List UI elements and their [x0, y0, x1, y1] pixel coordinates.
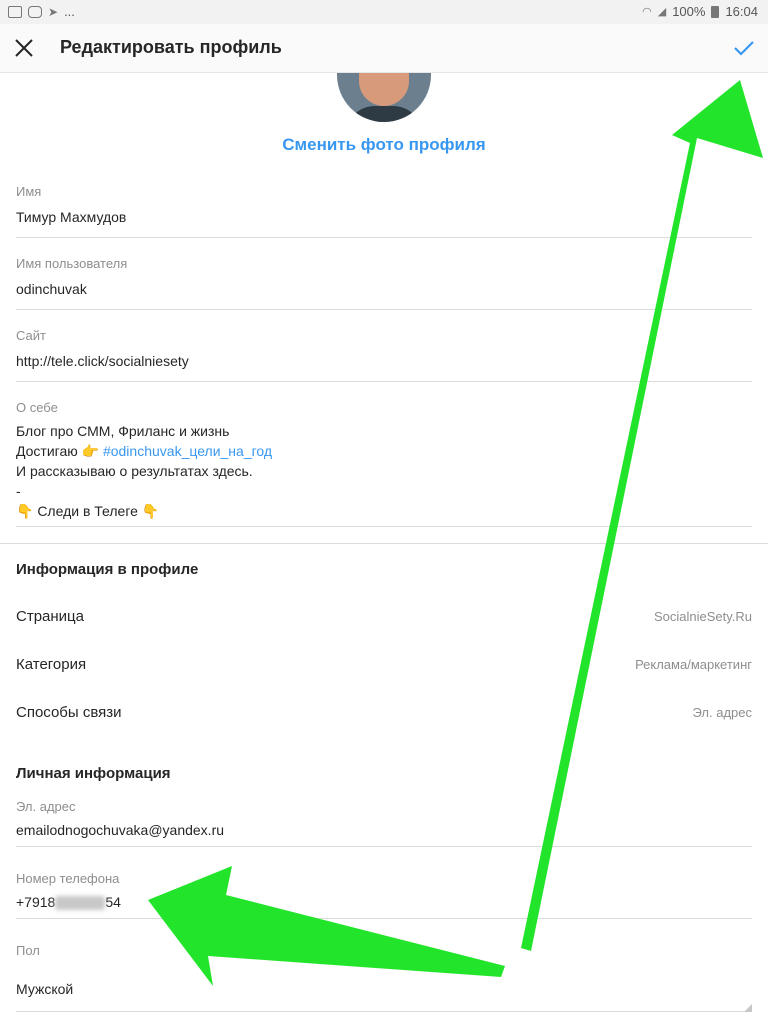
page-title: Редактировать профиль [60, 37, 282, 57]
bio-line-2-prefix: Достигаю 👉 [16, 443, 103, 459]
section-divider [0, 543, 768, 544]
phone-value[interactable]: +7918 54 [16, 894, 752, 911]
bio-line-4: - [16, 483, 21, 499]
avatar-shirt [345, 106, 423, 122]
change-photo-link[interactable]: Сменить фото профиля [0, 135, 768, 155]
category-row[interactable]: Категория Реклама/маркетинг [16, 650, 752, 680]
profile-info-title: Информация в профиле [16, 561, 199, 578]
website-value[interactable]: http://tele.click/socialniesety [16, 353, 752, 369]
website-field[interactable]: Сайт http://tele.click/socialniesety [16, 328, 752, 382]
bio-line-5: 👇 Следи в Телеге 👇 [16, 503, 160, 519]
signal-icon: ◢ [657, 6, 667, 18]
page-row-value: SocialnieSety.Ru [653, 609, 752, 624]
bio-line-2: Достигаю 👉 #odinchuvak_цели_на_год [16, 441, 752, 461]
checkmark-icon[interactable] [732, 36, 756, 60]
wifi-icon: ◠ [642, 6, 652, 18]
name-label: Имя [16, 184, 42, 199]
category-row-value: Реклама/маркетинг [635, 657, 752, 672]
contact-options-label: Способы связи [16, 704, 122, 721]
clock: 16:04 [725, 4, 758, 19]
status-bar: ➤ ... ◠ ◢ 100% 16:04 [0, 0, 768, 24]
contact-options-row[interactable]: Способы связи Эл. адрес [16, 698, 752, 728]
bio-text[interactable]: Блог про СММ, Фриланс и жизнь Достигаю 👉… [16, 421, 752, 521]
bio-hashtag[interactable]: #odinchuvak_цели_на_год [103, 443, 272, 459]
bio-field[interactable]: О себе Блог про СММ, Фриланс и жизнь Дос… [16, 400, 752, 527]
email-label: Эл. адрес [16, 799, 76, 814]
email-field[interactable]: Эл. адрес emailodnogochuvaka@yandex.ru [16, 799, 752, 847]
more-notifications: ... [64, 4, 75, 19]
gallery-icon [8, 5, 22, 18]
phone-label: Номер телефона [16, 871, 120, 886]
gender-value[interactable]: Мужской [16, 981, 752, 997]
phone-suffix: 54 [105, 894, 121, 910]
battery-level: 100% [672, 4, 706, 19]
name-value[interactable]: Тимур Махмудов [16, 209, 752, 225]
gender-label: Пол [16, 943, 40, 958]
instagram-icon [28, 5, 42, 18]
category-row-label: Категория [16, 656, 87, 673]
status-right: ◠ ◢ 100% 16:04 [642, 4, 758, 19]
personal-info-title: Личная информация [16, 765, 171, 782]
gender-field[interactable]: Пол Мужской [16, 943, 752, 1012]
website-label: Сайт [16, 328, 46, 343]
battery-icon [711, 5, 720, 18]
page-row-label: Страница [16, 608, 84, 625]
phone-blurred-digits [55, 896, 106, 911]
top-app-bar: Редактировать профиль [0, 24, 768, 73]
username-value[interactable]: odinchuvak [16, 281, 752, 297]
status-left-icons: ➤ ... [8, 4, 75, 19]
username-field[interactable]: Имя пользователя odinchuvak [16, 256, 752, 310]
bio-line-3: И рассказываю о результатах здесь. [16, 463, 253, 479]
email-value[interactable]: emailodnogochuvaka@yandex.ru [16, 822, 752, 838]
username-label: Имя пользователя [16, 256, 128, 271]
name-field[interactable]: Имя Тимур Махмудов [16, 184, 752, 238]
telegram-icon: ➤ [48, 4, 59, 19]
dropdown-corner-icon [744, 1004, 752, 1012]
phone-field[interactable]: Номер телефона +7918 54 [16, 871, 752, 919]
bio-label: О себе [16, 400, 58, 415]
bio-line-1: Блог про СММ, Фриланс и жизнь [16, 423, 230, 439]
contact-options-value: Эл. адрес [692, 705, 753, 720]
close-icon[interactable] [12, 36, 36, 60]
phone-prefix: +7918 [16, 894, 56, 910]
page-row[interactable]: Страница SocialnieSety.Ru [16, 602, 752, 632]
